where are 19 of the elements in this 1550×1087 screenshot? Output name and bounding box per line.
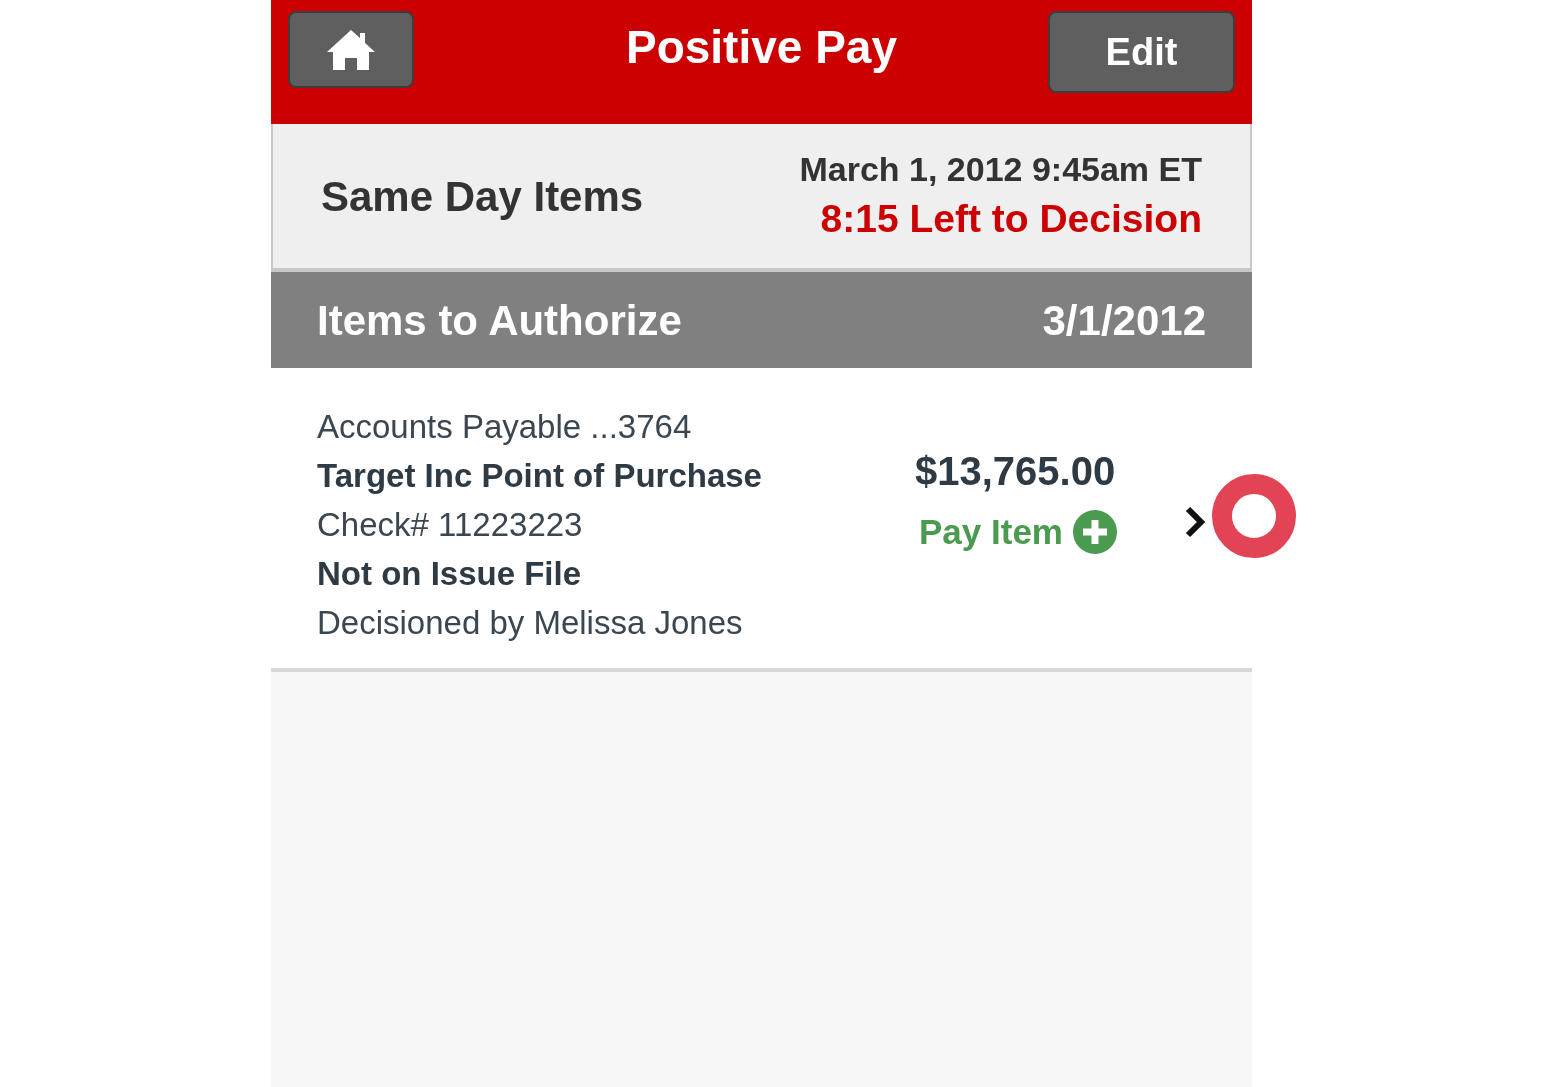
item-amount: $13,765.00: [915, 448, 1116, 495]
section-date: 3/1/2012: [1042, 295, 1206, 346]
touch-ring-icon: [1212, 474, 1296, 558]
item-detail: Check# 11223223: [317, 505, 583, 545]
item-detail: Decisioned by Melissa Jones: [317, 603, 743, 643]
item-detail: Accounts Payable ...3764: [317, 407, 692, 447]
home-button[interactable]: [288, 11, 414, 88]
summary-date: March 1, 2012 9:45am ET: [799, 149, 1202, 191]
decision-countdown: 8:15 Left to Decision: [820, 195, 1202, 242]
summary-title: Same Day Items: [321, 171, 644, 222]
item-detail: Not on Issue File: [317, 554, 582, 594]
section-title: Items to Authorize: [317, 295, 682, 346]
edit-button[interactable]: Edit: [1048, 11, 1235, 93]
item-detail: Target Inc Point of Purchase: [317, 456, 762, 496]
item-row[interactable]: Accounts Payable ...3764 Target Inc Point of Purchase Check# 11223223 Not on Issue File Decisioned by Melissa Jones $13,765.00 Pay Item: [271, 368, 1252, 672]
pay-item-button[interactable]: Pay Item: [919, 506, 1117, 559]
chevron-icon[interactable]: [1184, 506, 1206, 538]
plus-circle-icon: [1072, 510, 1117, 555]
home-icon: [325, 27, 377, 72]
